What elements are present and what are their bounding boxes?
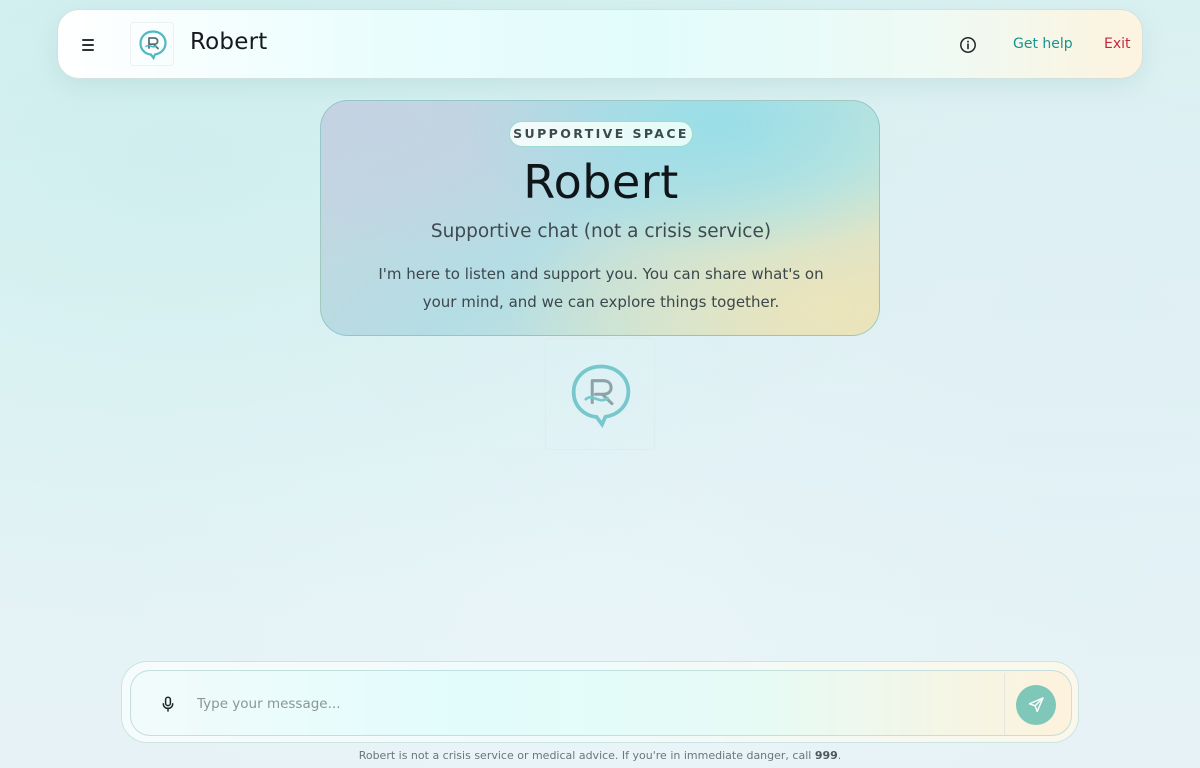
message-composer [121,661,1079,743]
hamburger-menu-icon [82,39,94,41]
app-title: Robert [190,29,268,55]
hamburger-menu-icon-line [82,49,94,51]
robert-logo-icon [130,22,174,66]
get-help-link[interactable]: Get help [1013,36,1073,52]
composer-field [130,670,1072,736]
disclaimer-text: Robert is not a crisis service or medica… [358,749,815,762]
supportive-space-badge: SUPPORTIVE SPACE [509,121,693,147]
send-button[interactable] [1016,685,1056,725]
robert-logo-icon [545,338,655,450]
hamburger-menu-icon-line [82,44,94,46]
emergency-number: 999 [814,749,838,762]
send-arrow-icon [1028,697,1044,713]
message-input[interactable] [197,673,1005,735]
microphone-icon [162,696,174,712]
safety-disclaimer: Robert is not a crisis service or medica… [0,749,1200,762]
welcome-title: Robert [523,155,679,209]
menu-button[interactable] [80,33,96,57]
disclaimer-end: . [837,749,842,762]
welcome-subtitle: Supportive chat (not a crisis service) [430,221,772,242]
info-button[interactable] [959,36,977,54]
microphone-button[interactable] [159,695,177,713]
info-icon [960,37,976,53]
top-bar: Robert Get help Exit [57,9,1143,79]
welcome-card: SUPPORTIVE SPACE Robert Supportive chat … [320,100,880,336]
exit-link[interactable]: Exit [1104,36,1131,52]
welcome-message: I'm here to listen and support you. You … [378,265,824,311]
